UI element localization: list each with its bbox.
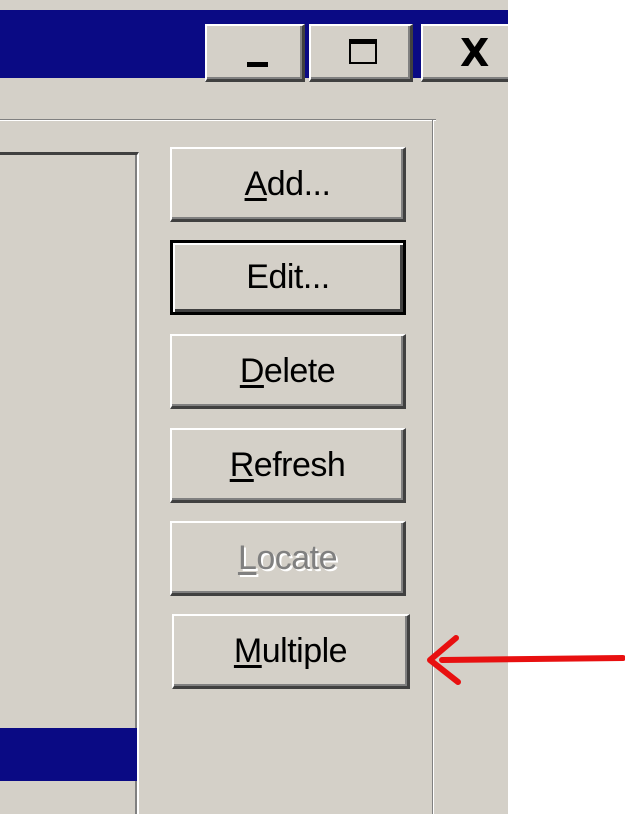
multiple-button-access-key: M <box>233 631 262 670</box>
edit-button[interactable]: Edit... <box>170 240 406 315</box>
delete-button-access-key: D <box>239 351 265 390</box>
delete-button[interactable]: Delete <box>170 334 406 409</box>
dialog-window: X Add... Edit... Delete Refresh Locate M… <box>0 0 508 814</box>
minimize-button[interactable] <box>205 24 305 82</box>
groupbox-frame-right <box>432 120 434 814</box>
edit-button-label: Edit... <box>246 258 330 296</box>
add-button-label: dd... <box>266 164 331 203</box>
delete-button-label: elete <box>263 351 336 390</box>
refresh-button-access-key: R <box>229 445 255 484</box>
locate-button-label: ocate <box>256 538 338 577</box>
title-bar[interactable]: X <box>0 10 508 82</box>
multiple-button[interactable]: Multiple <box>172 614 410 689</box>
maximize-icon <box>349 39 377 64</box>
list-view[interactable] <box>0 152 139 814</box>
add-button-access-key: A <box>244 164 268 203</box>
multiple-button-label: ultiple <box>261 631 348 670</box>
locate-button-access-key: L <box>237 538 257 577</box>
selected-list-item[interactable] <box>0 728 137 781</box>
maximize-button[interactable] <box>309 24 413 82</box>
close-icon: X <box>460 31 490 75</box>
red-arrow-left-icon <box>427 635 625 685</box>
locate-button[interactable]: Locate <box>170 521 406 596</box>
groupbox-frame-top <box>0 119 436 121</box>
minimize-icon <box>247 62 268 67</box>
refresh-button-label: efresh <box>253 445 346 484</box>
close-button[interactable]: X <box>421 24 508 82</box>
arrow-shaft <box>439 655 625 663</box>
add-button[interactable]: Add... <box>170 147 406 222</box>
refresh-button[interactable]: Refresh <box>170 428 406 503</box>
